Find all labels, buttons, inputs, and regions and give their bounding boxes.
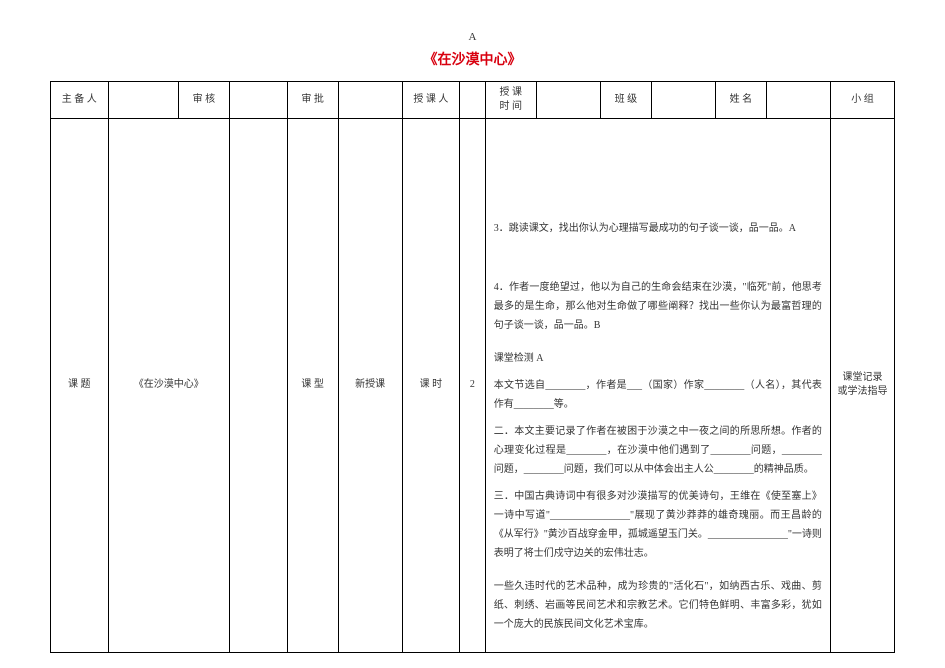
hdr-c14: [767, 81, 831, 118]
sidebar-note-label: 课堂记录 或学法指导: [830, 118, 894, 652]
keti-label: 课 题: [51, 118, 109, 652]
footer-paragraph: 一些久违时代的艺术品种，成为珍贵的"活化石"，如纳西古乐、戏曲、剪纸、刺绣、岩画…: [494, 577, 822, 634]
test-line-3: 三．中国古典诗词中有很多对沙漠描写的优美诗句，王维在《使至塞上》一诗中写道"__…: [494, 487, 822, 563]
top-letter: A: [50, 30, 895, 45]
classroom-test-section: 课堂检测 A 本文节选自________，作者是___（国家）作家_______…: [494, 349, 822, 563]
question-4: 4．作者一度绝望过，他以为自己的生命会结束在沙漠，"临死"前，他思考最多的是生命…: [494, 278, 822, 335]
test-line-1: 本文节选自________，作者是___（国家）作家________（人名），其…: [494, 376, 822, 414]
hdr-zhuberen: 主 备 人: [51, 81, 109, 118]
hdr-c12: [651, 81, 715, 118]
hdr-c8: [460, 81, 486, 118]
keshi-value: 2: [460, 118, 486, 652]
hdr-c10: [536, 81, 600, 118]
body-c3: [230, 118, 288, 652]
kexing-label: 课 型: [287, 118, 338, 652]
hdr-shoukeren: 授 课 人: [402, 81, 460, 118]
hdr-shenpi: 审 批: [287, 81, 338, 118]
hdr-shoukeshijian: 授 课 时 间: [485, 81, 536, 118]
keshi-label: 课 时: [402, 118, 460, 652]
kexing-value: 新授课: [338, 118, 402, 652]
body-row: 课 题 《在沙漠中心》 课 型 新授课 课 时 2 3．跳读课文，找出你认为心理…: [51, 118, 895, 652]
hdr-xiaozu: 小 组: [830, 81, 894, 118]
hdr-c6: [338, 81, 402, 118]
hdr-shenhe: 审 核: [178, 81, 229, 118]
hdr-c2: [108, 81, 178, 118]
hdr-banji: 班 级: [600, 81, 651, 118]
question-3: 3．跳读课文，找出你认为心理描写最成功的句子谈一谈，品一品。A: [494, 219, 822, 238]
test-line-2: 二．本文主要记录了作者在被困于沙漠之中一夜之间的所思所想。作者的心理变化过程是_…: [494, 422, 822, 479]
main-content-cell: 3．跳读课文，找出你认为心理描写最成功的句子谈一谈，品一品。A 4．作者一度绝望…: [485, 118, 830, 652]
hdr-c4: [230, 81, 288, 118]
hdr-xingming: 姓 名: [715, 81, 766, 118]
test-title: 课堂检测 A: [494, 349, 822, 368]
lesson-plan-table: 主 备 人 审 核 审 批 授 课 人 授 课 时 间 班 级 姓 名 小 组 …: [50, 81, 895, 653]
doc-title: 《在沙漠中心》: [50, 51, 895, 71]
keti-value: 《在沙漠中心》: [108, 118, 229, 652]
content-block: 3．跳读课文，找出你认为心理描写最成功的句子谈一谈，品一品。A 4．作者一度绝望…: [494, 219, 822, 634]
header-row: 主 备 人 审 核 审 批 授 课 人 授 课 时 间 班 级 姓 名 小 组: [51, 81, 895, 118]
